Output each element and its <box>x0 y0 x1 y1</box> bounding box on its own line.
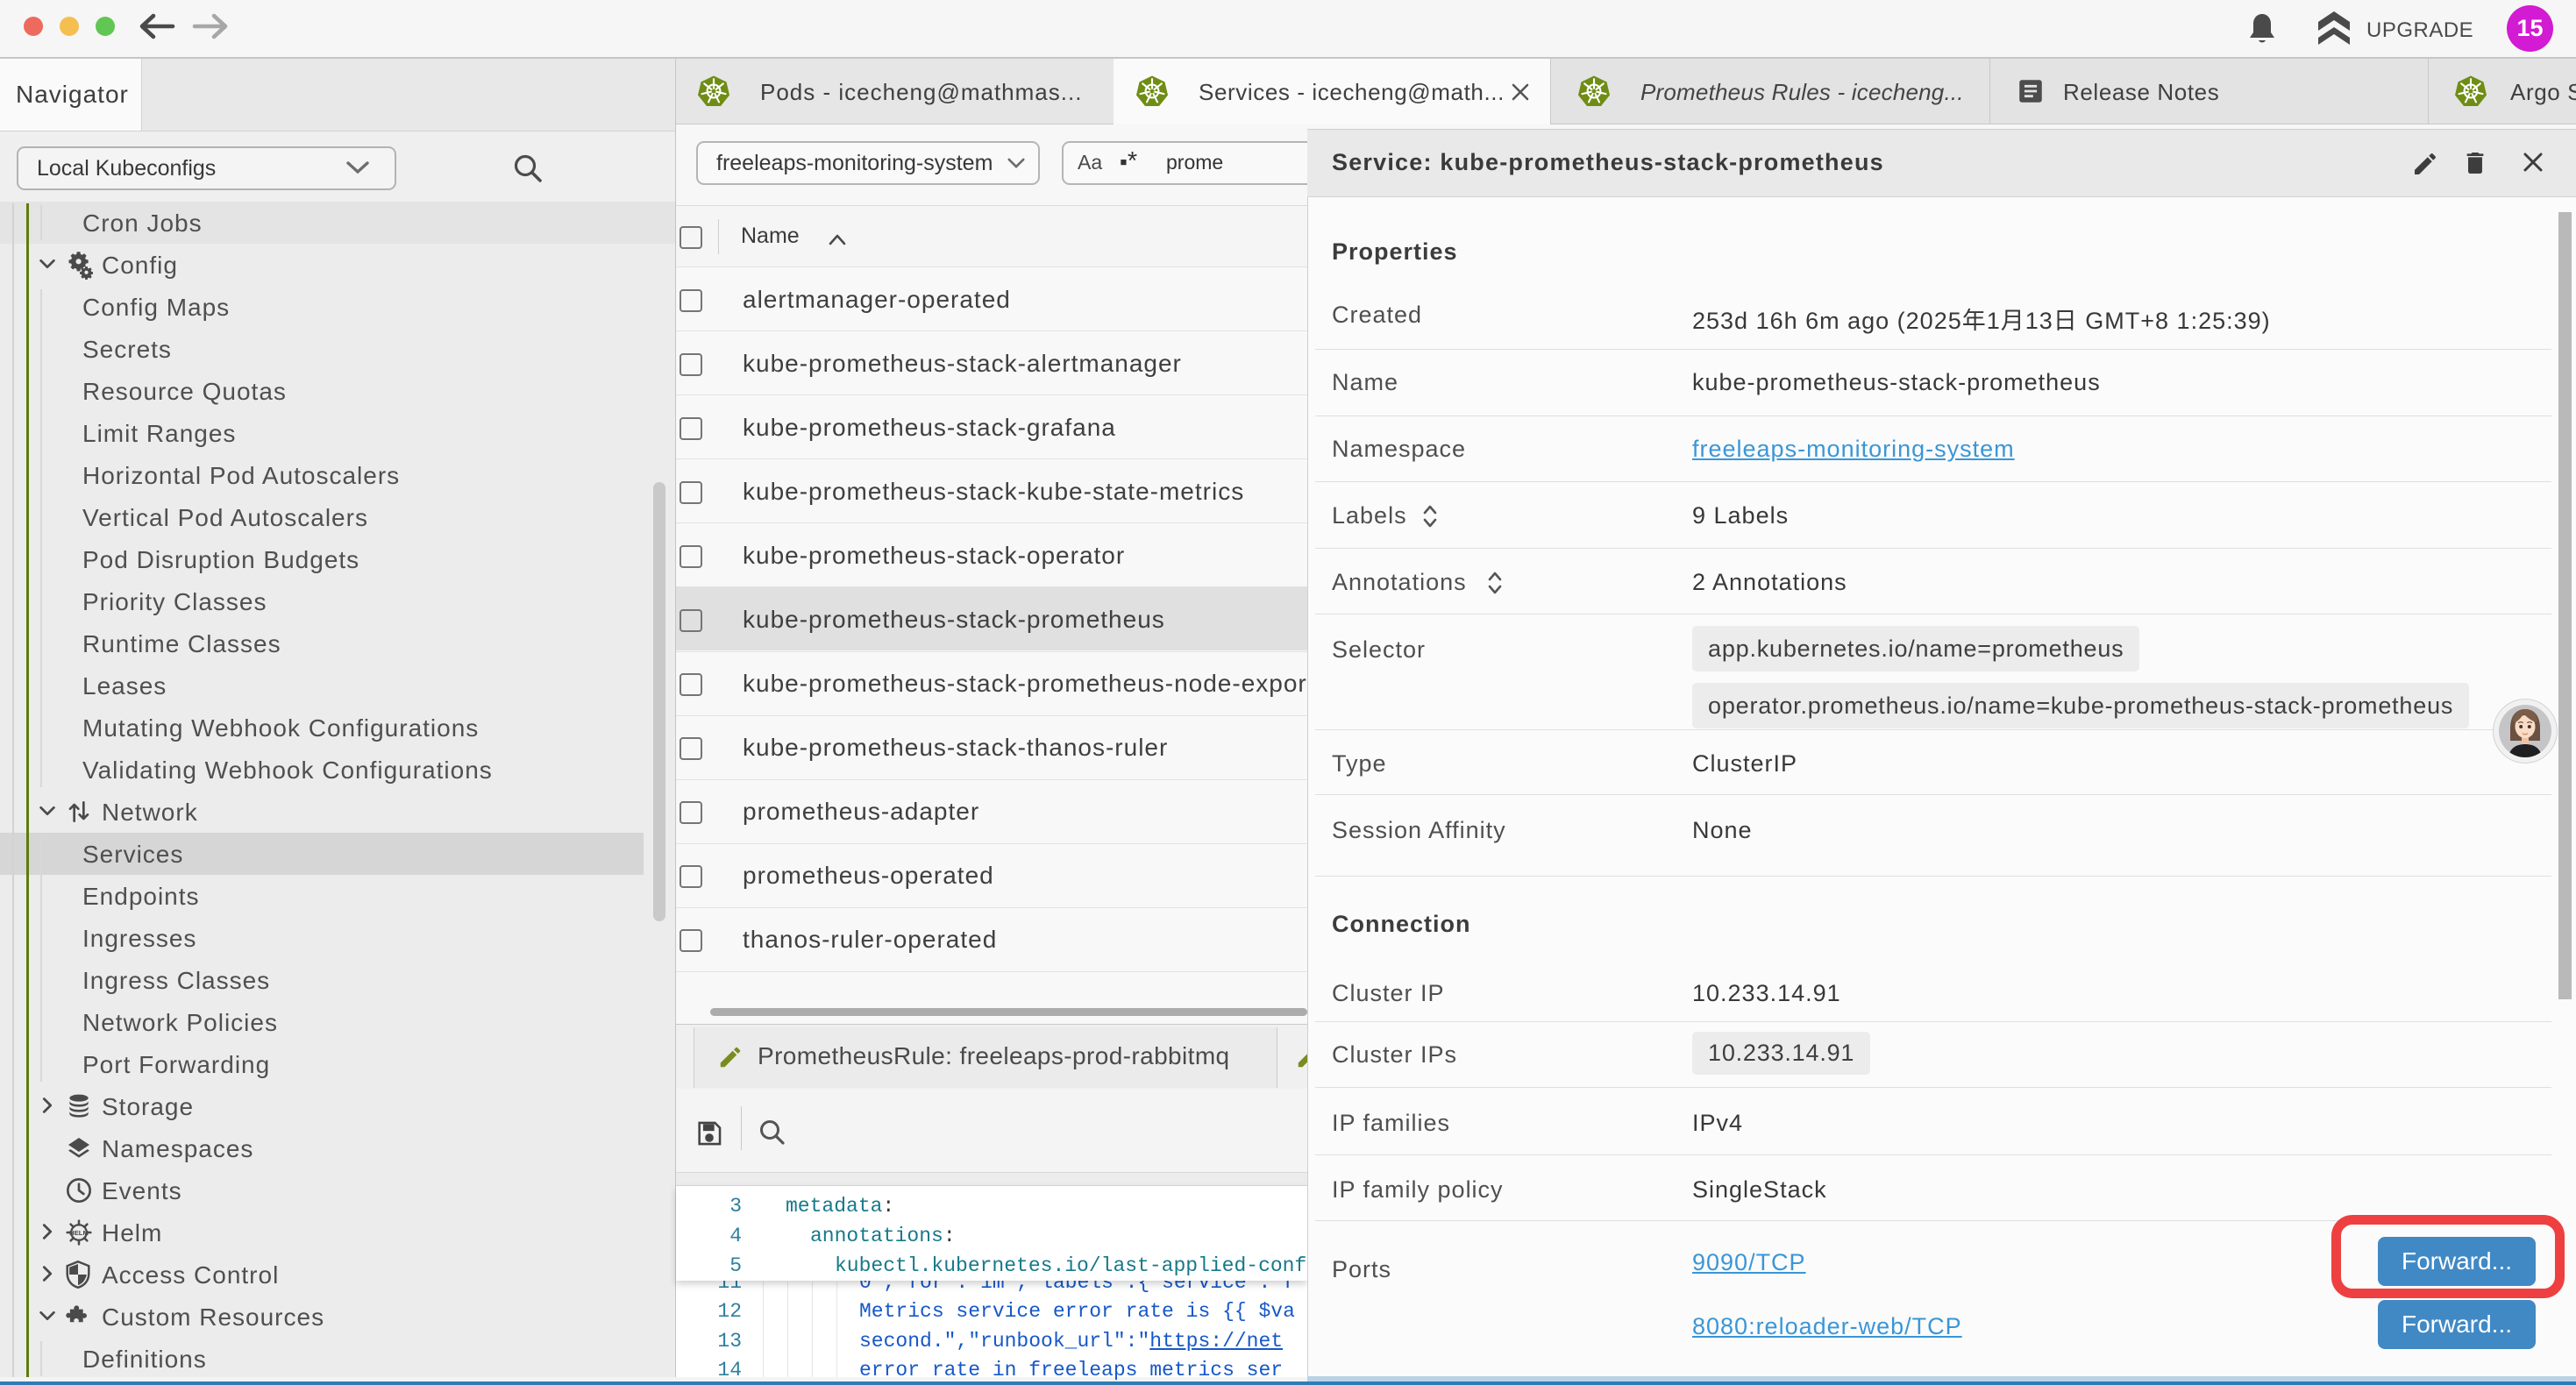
svg-text:HELM: HELM <box>69 1229 89 1237</box>
